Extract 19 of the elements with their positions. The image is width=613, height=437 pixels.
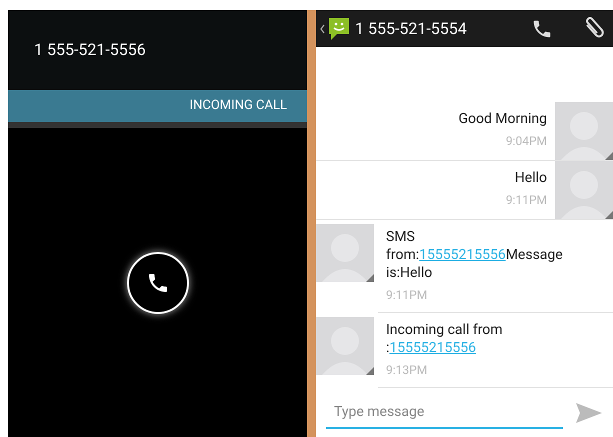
messaging-app-icon[interactable] — [327, 16, 351, 42]
caller-number: 1 555-521-5556 — [34, 39, 146, 61]
message-text: Hello — [514, 169, 547, 188]
message-text: Good Morning — [458, 110, 547, 128]
back-icon[interactable] — [320, 24, 325, 34]
avatar-icon — [316, 224, 374, 282]
message-time: 9:13PM — [386, 362, 428, 380]
message-text: Incoming call from :15555215556 — [386, 321, 504, 358]
message-time: 9:04PM — [506, 133, 547, 150]
contact-number: 1 555-521-5554 — [355, 18, 467, 40]
message-text: SMS from:15555215556Message is:Hello — [386, 228, 564, 282]
status-banner: INCOMING CALL — [8, 90, 307, 122]
message-input[interactable]: Type message — [326, 396, 563, 429]
answer-call-button[interactable] — [126, 252, 188, 314]
message-time: 9:11PM — [506, 192, 547, 210]
avatar-icon — [316, 317, 374, 376]
phone-link[interactable]: 15555215556 — [389, 340, 476, 356]
message-time: 9:11PM — [386, 287, 428, 304]
phone-link[interactable]: 15555215556 — [419, 247, 506, 264]
